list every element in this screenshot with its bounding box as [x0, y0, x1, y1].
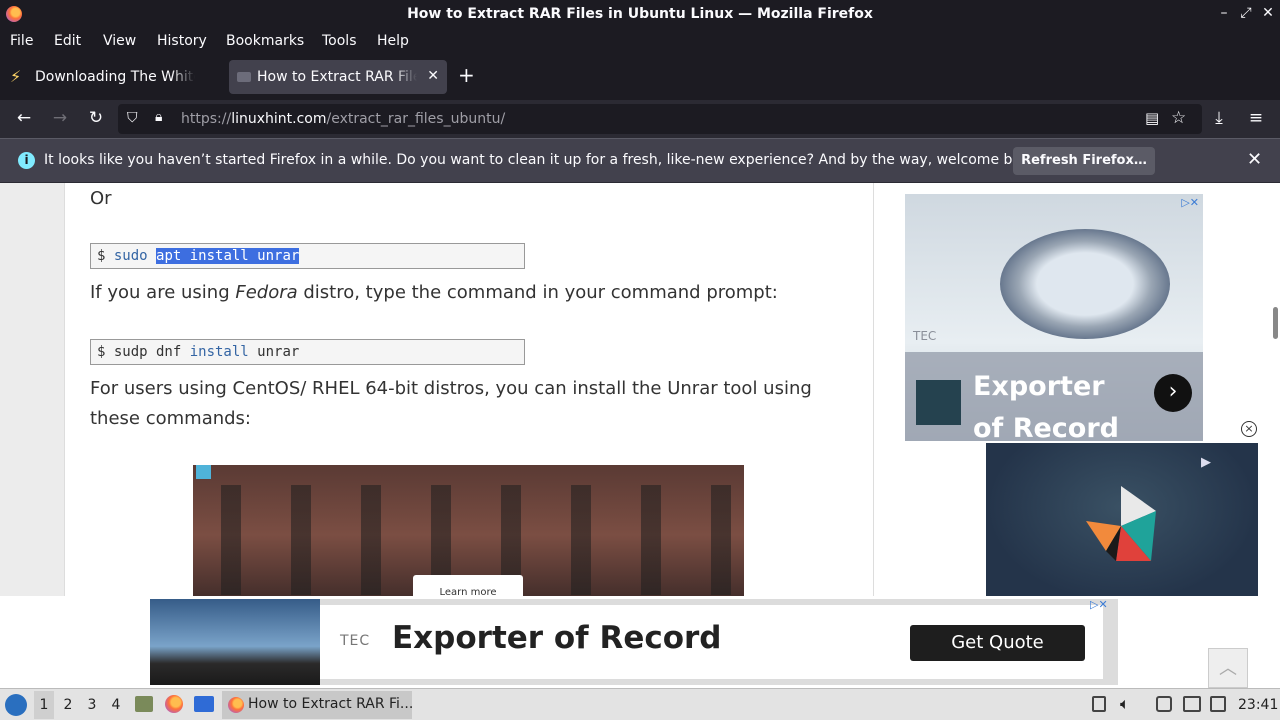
ad-choices-icon[interactable]: ▷✕ — [1181, 196, 1199, 209]
start-menu-icon[interactable] — [5, 694, 27, 716]
scroll-to-top-button[interactable]: ︿ — [1208, 648, 1248, 688]
article-video[interactable]: Learn more — [193, 465, 744, 596]
or-text: Or — [90, 188, 112, 209]
url-bar[interactable]: ⛉ 🔒︎ https://linuxhint.com/extract_rar_f… — [118, 104, 1202, 134]
fedora-paragraph: If you are using Fedora distro, type the… — [90, 282, 778, 303]
menu-help[interactable]: Help — [377, 33, 409, 49]
lightning-icon: ⚡ — [10, 67, 22, 86]
menu-edit[interactable]: Edit — [54, 33, 81, 49]
tab-bar: ⚡ Downloading The White Lotus How to Ext… — [0, 54, 1280, 100]
bottom-ad-banner[interactable]: TEC Exporter of Record Get Quote ▷✕ ︿ — [0, 596, 1280, 688]
back-icon[interactable]: ← — [12, 108, 36, 128]
new-tab-button[interactable]: + — [458, 63, 475, 87]
side-ad[interactable]: TEC Exporter of Record › ▷✕ — [905, 194, 1203, 441]
get-quote-button[interactable]: Get Quote — [910, 625, 1085, 661]
scrollbar-thumb[interactable] — [1273, 307, 1278, 339]
kite-graphic-icon — [1086, 486, 1156, 561]
navigation-toolbar: ← → ↻ ⛉ 🔒︎ https://linuxhint.com/extract… — [0, 100, 1280, 138]
minimize-button[interactable]: – — [1215, 5, 1233, 21]
code-block-dnf[interactable]: $ sudp dnf install unrar — [90, 339, 525, 365]
bookmark-star-icon[interactable]: ☆ — [1171, 108, 1186, 128]
close-tab-icon[interactable]: ✕ — [427, 68, 439, 84]
side-ad-thumbnail — [916, 380, 961, 425]
notification-bar: i It looks like you haven’t started Fire… — [0, 138, 1280, 182]
terminal-launcher-icon[interactable] — [194, 696, 214, 712]
menu-bookmarks[interactable]: Bookmarks — [226, 33, 304, 49]
tab-label: How to Extract RAR Files in Ubuntu — [257, 69, 417, 85]
shield-icon[interactable]: ⛉ — [127, 110, 138, 126]
reader-view-icon[interactable]: ▤ — [1145, 109, 1159, 127]
file-manager-icon[interactable] — [135, 696, 153, 712]
web-content: Or $ sudo apt install unrar If you are u… — [0, 183, 1280, 596]
menu-history[interactable]: History — [157, 33, 207, 49]
video-badge — [196, 465, 211, 479]
window-titlebar: How to Extract RAR Files in Ubuntu Linux… — [0, 0, 1280, 30]
side-ad-logo: TEC — [913, 329, 937, 343]
hamburger-menu-icon[interactable]: ≡ — [1244, 108, 1268, 128]
firefox-icon — [228, 697, 244, 713]
notification-message: It looks like you haven’t started Firefo… — [44, 152, 1043, 168]
workspace-4[interactable]: 4 — [106, 697, 126, 713]
airplane-image — [150, 599, 320, 685]
taskbar: 1 2 3 4 How to Extract RAR Fi... 🔈︎ 23:4… — [0, 688, 1280, 720]
side-ad-headline[interactable]: Exporter of Record — [973, 366, 1143, 441]
tray-up-icon[interactable] — [1092, 696, 1106, 712]
task-label: How to Extract RAR Fi... — [248, 696, 412, 712]
menu-view[interactable]: View — [103, 33, 136, 49]
workspace-1[interactable]: 1 — [34, 691, 54, 719]
clock: 23:41 — [1238, 697, 1279, 713]
taskbar-firefox-window[interactable]: How to Extract RAR Fi... — [222, 691, 412, 719]
close-notification-icon[interactable]: ✕ — [1247, 149, 1262, 170]
lock-icon[interactable]: 🔒︎ — [155, 109, 162, 125]
tab-label: Downloading The White Lotus — [35, 69, 195, 85]
menu-bar: File Edit View History Bookmarks Tools H… — [0, 30, 1280, 54]
updates-icon[interactable] — [1210, 696, 1226, 712]
workspace-3[interactable]: 3 — [82, 697, 102, 713]
bottom-ad-headline[interactable]: Exporter of Record — [392, 620, 722, 656]
download-icon[interactable]: ⤓ — [1207, 108, 1231, 128]
page-scrollbar[interactable] — [1270, 183, 1280, 596]
code-block-apt[interactable]: $ sudo apt install unrar — [90, 243, 525, 269]
reload-icon[interactable]: ↻ — [84, 108, 108, 128]
tab-extract-rar[interactable]: How to Extract RAR Files in Ubuntu ✕ — [229, 60, 447, 94]
network-icon[interactable] — [1183, 696, 1201, 712]
info-icon: i — [18, 152, 35, 169]
bottom-ad-logo: TEC — [340, 633, 371, 649]
firefox-launcher-icon[interactable] — [165, 695, 183, 713]
video-ad[interactable]: ▶ — [986, 443, 1258, 596]
window-title: How to Extract RAR Files in Ubuntu Linux… — [407, 6, 873, 22]
maximize-button[interactable]: ⤢ — [1237, 5, 1255, 21]
menu-file[interactable]: File — [10, 33, 33, 49]
learn-more-button[interactable]: Learn more — [413, 575, 523, 596]
workspace-2[interactable]: 2 — [58, 697, 78, 713]
chevron-right-icon[interactable]: › — [1154, 374, 1192, 412]
linuxhint-favicon-icon — [237, 72, 251, 82]
tab-downloading[interactable]: ⚡ Downloading The White Lotus — [4, 60, 222, 94]
play-icon[interactable]: ▶ — [1201, 455, 1211, 470]
centrifuge-image — [1000, 229, 1170, 339]
clipboard-icon[interactable] — [1156, 696, 1172, 712]
volume-icon[interactable]: 🔈︎ — [1120, 694, 1130, 714]
close-window-button[interactable]: ✕ — [1259, 5, 1277, 21]
menu-tools[interactable]: Tools — [322, 33, 357, 49]
close-ad-icon[interactable]: × — [1241, 421, 1257, 437]
centos-paragraph: For users using CentOS/ RHEL 64-bit dist… — [90, 378, 812, 429]
ad-choices-icon[interactable]: ▷✕ — [1090, 598, 1108, 611]
forward-icon[interactable]: → — [48, 108, 72, 128]
url-text[interactable]: https://linuxhint.com/extract_rar_files_… — [181, 111, 505, 127]
refresh-firefox-button[interactable]: Refresh Firefox… — [1013, 147, 1155, 175]
